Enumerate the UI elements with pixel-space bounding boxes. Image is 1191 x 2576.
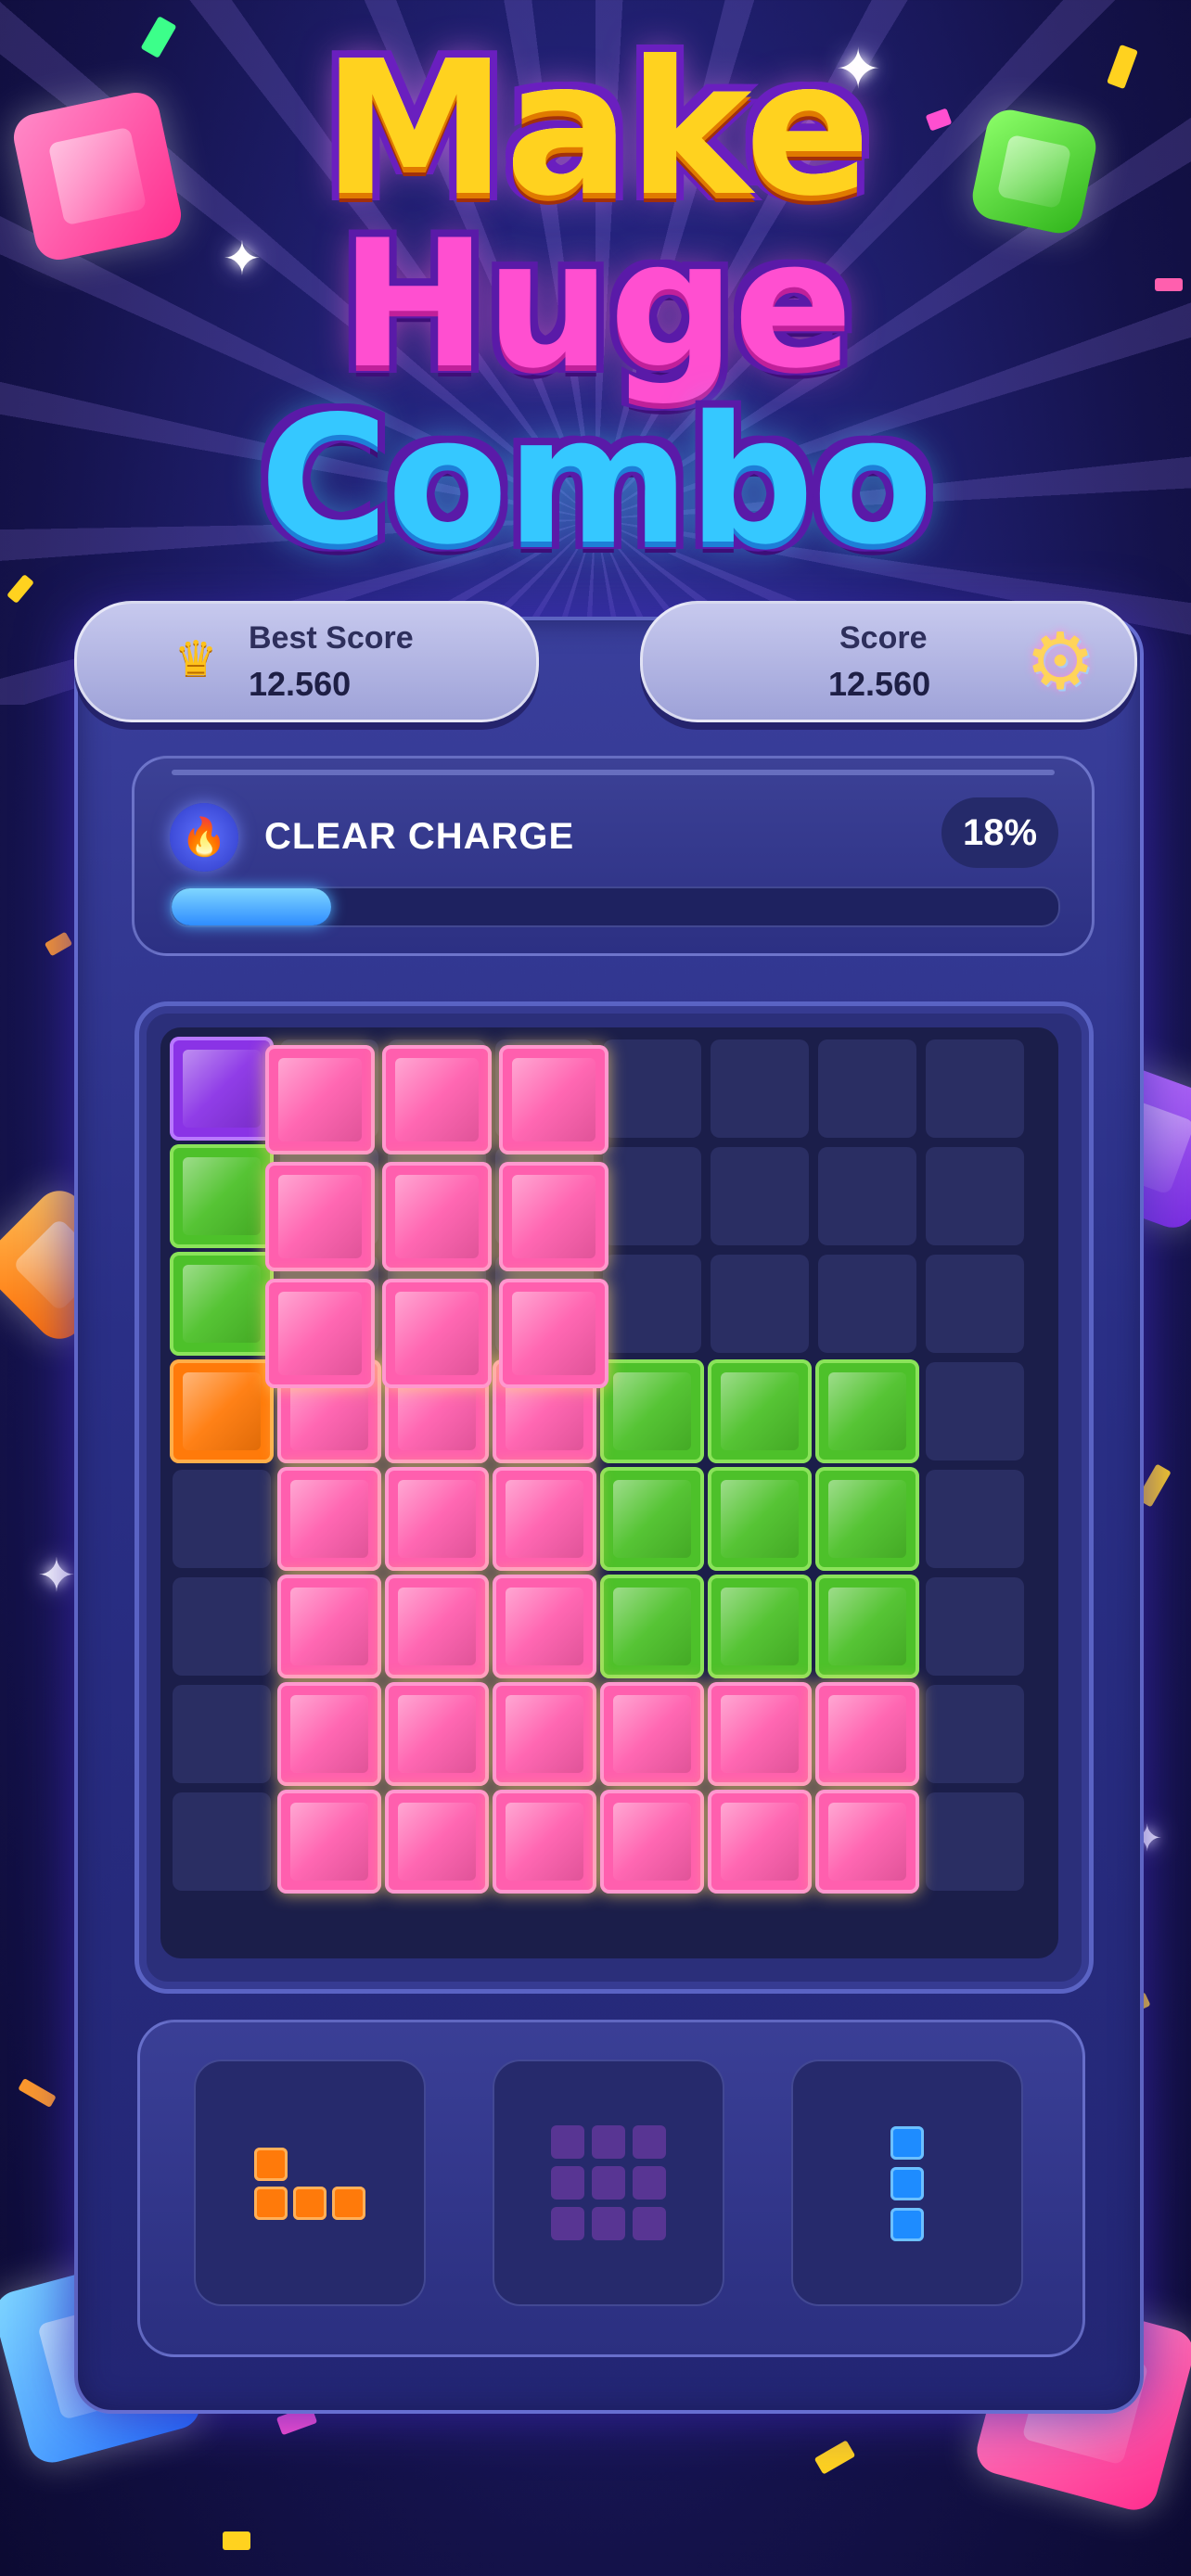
pink-block (600, 1682, 704, 1786)
pink-block (815, 1790, 919, 1894)
piece-block (633, 2166, 666, 2200)
clear-charge-progress-fill (172, 888, 332, 925)
piece-block (332, 2187, 365, 2220)
board-cell[interactable] (173, 1685, 271, 1783)
board-cell[interactable] (926, 1147, 1024, 1245)
dragging-piece-block (265, 1279, 375, 1388)
green-block (815, 1359, 919, 1463)
green-block (170, 1144, 274, 1248)
best-score-pill: ♛ Best Score 12.560 (74, 601, 539, 722)
green-block (815, 1575, 919, 1678)
title-line-2: Huge Combo (0, 217, 1191, 569)
board-cell[interactable] (818, 1039, 916, 1138)
sparkle-icon: ✦ (37, 1549, 76, 1602)
tray-slot-1[interactable] (194, 2060, 426, 2306)
dragging-piece[interactable] (265, 1045, 621, 1401)
board-cell[interactable] (926, 1362, 1024, 1460)
purple-block (170, 1037, 274, 1141)
board-cell[interactable] (818, 1255, 916, 1353)
board-cell[interactable] (173, 1470, 271, 1568)
green-block (708, 1575, 812, 1678)
green-block (170, 1252, 274, 1356)
dragging-piece-block (499, 1279, 608, 1388)
board-cell[interactable] (926, 1255, 1024, 1353)
pink-block (493, 1575, 596, 1678)
piece-block (293, 2187, 327, 2220)
pink-block (277, 1790, 381, 1894)
tray-slot-3[interactable] (791, 2060, 1023, 2306)
charge-divider (172, 770, 1055, 775)
dragging-piece-block (499, 1045, 608, 1154)
best-score-value: 12.560 (249, 665, 352, 703)
dragging-piece-block (382, 1162, 492, 1271)
board-cell[interactable] (711, 1147, 809, 1245)
score-label: Score (839, 620, 928, 656)
piece-block (633, 2207, 666, 2240)
piece-block (890, 2208, 924, 2241)
pink-block (277, 1682, 381, 1786)
orange-block (170, 1359, 274, 1463)
pink-block (493, 1467, 596, 1571)
dragging-piece-block (265, 1045, 375, 1154)
green-block (708, 1359, 812, 1463)
board-cell[interactable] (926, 1685, 1024, 1783)
pink-block (277, 1467, 381, 1571)
dragging-piece-block (499, 1162, 608, 1271)
score-value: 12.560 (828, 665, 931, 703)
tray-slot-2[interactable] (493, 2060, 724, 2306)
crown-icon: ♛ (173, 631, 218, 687)
pink-block (493, 1682, 596, 1786)
pink-block (385, 1575, 489, 1678)
pink-block (385, 1790, 489, 1894)
title-word-huge: Huge (339, 202, 852, 407)
piece-block (254, 2148, 288, 2181)
pink-block (815, 1682, 919, 1786)
piece-block (890, 2167, 924, 2200)
piece-block (592, 2125, 625, 2159)
pink-block (385, 1467, 489, 1571)
piece-block (551, 2207, 584, 2240)
pink-block (277, 1575, 381, 1678)
best-score-label: Best Score (249, 620, 414, 656)
piece-block (592, 2166, 625, 2200)
piece-block (254, 2187, 288, 2220)
pink-block (708, 1790, 812, 1894)
board-cell[interactable] (818, 1147, 916, 1245)
pink-block (600, 1790, 704, 1894)
flame-icon: 🔥 (170, 803, 238, 872)
green-block (600, 1467, 704, 1571)
clear-charge-label: CLEAR CHARGE (264, 816, 575, 857)
green-block (815, 1467, 919, 1571)
piece-block (890, 2126, 924, 2160)
piece-block (633, 2125, 666, 2159)
current-score-pill: Score 12.560 ⚙ (640, 601, 1137, 722)
board-cell[interactable] (173, 1577, 271, 1676)
board-cell[interactable] (926, 1470, 1024, 1568)
title-word-combo: Combo (259, 378, 933, 583)
dragging-piece-block (382, 1045, 492, 1154)
board-cell[interactable] (926, 1039, 1024, 1138)
dragging-piece-block (382, 1279, 492, 1388)
green-block (708, 1467, 812, 1571)
piece-tray (137, 2020, 1085, 2357)
board-cell[interactable] (926, 1792, 1024, 1891)
board-cell[interactable] (926, 1577, 1024, 1676)
green-block (600, 1575, 704, 1678)
title-line-1: Make (322, 21, 870, 237)
gear-icon[interactable]: ⚙ (1021, 622, 1099, 700)
board-cell[interactable] (711, 1039, 809, 1138)
piece-block (551, 2125, 584, 2159)
title-banner: Make Huge Combo (0, 37, 1191, 569)
board-cell[interactable] (711, 1255, 809, 1353)
clear-charge-progress-track (170, 886, 1060, 927)
clear-charge-percent: 18% (941, 797, 1058, 868)
dragging-piece-block (265, 1162, 375, 1271)
pink-block (708, 1682, 812, 1786)
clear-charge-panel: 🔥 CLEAR CHARGE 18% (132, 756, 1095, 956)
pink-block (493, 1790, 596, 1894)
piece-block (551, 2166, 584, 2200)
piece-block (592, 2207, 625, 2240)
pink-block (385, 1682, 489, 1786)
board-cell[interactable] (173, 1792, 271, 1891)
